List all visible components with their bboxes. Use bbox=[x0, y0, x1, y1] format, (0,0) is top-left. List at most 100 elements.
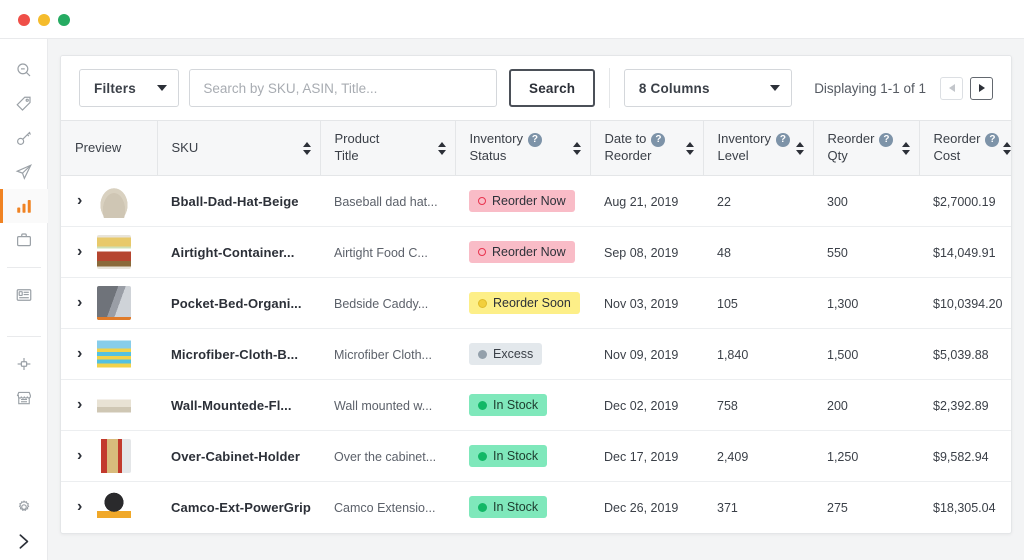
table-row[interactable]: › Wall-Mountede-Fl... Wall mounted w... In … bbox=[61, 379, 1011, 431]
displaying-count: Displaying 1-1 of 1 bbox=[814, 80, 926, 96]
storefront-icon bbox=[15, 389, 33, 407]
sidebar-item-search[interactable] bbox=[0, 53, 48, 87]
help-icon[interactable]: ? bbox=[775, 132, 790, 147]
sidebar-item-marketplace[interactable] bbox=[0, 381, 48, 415]
column-header-text: SKU bbox=[171, 139, 199, 155]
search-button[interactable]: Search bbox=[509, 69, 595, 107]
power-grip-thumbnail bbox=[97, 490, 131, 525]
sidebar-item-tags[interactable] bbox=[0, 87, 48, 121]
sort-toggle[interactable] bbox=[1003, 141, 1011, 155]
sort-toggle[interactable] bbox=[302, 141, 311, 155]
column-header-sku[interactable]: SKU bbox=[157, 120, 321, 176]
sort-descending-icon bbox=[1003, 149, 1011, 155]
cell-date-to-reorder-text: Aug 21, 2019 bbox=[604, 194, 679, 209]
sidebar-expand-toggle[interactable] bbox=[0, 524, 48, 558]
sidebar-rail bbox=[0, 39, 48, 560]
close-window-button[interactable] bbox=[18, 14, 30, 26]
cell-sku: Bball-Dad-Hat-Beige bbox=[157, 175, 320, 227]
table-toolbar: Filters Search 8 Columns Displaying 1-1 … bbox=[61, 56, 1011, 120]
help-icon[interactable]: ? bbox=[879, 132, 894, 147]
maximize-window-button[interactable] bbox=[58, 14, 70, 26]
row-expand-chevron-icon[interactable]: › bbox=[77, 193, 88, 209]
cell-date-to-reorder-text: Nov 03, 2019 bbox=[604, 296, 679, 311]
filters-label: Filters bbox=[94, 80, 136, 96]
column-header-date to-reorder[interactable]: Date to? Reorder bbox=[590, 120, 704, 176]
sidebar-item-inventory[interactable] bbox=[0, 223, 48, 257]
table-row[interactable]: › Camco-Ext-PowerGrip Camco Extensio... In … bbox=[61, 482, 1011, 533]
column-header-label: Preview bbox=[75, 140, 121, 157]
search-input[interactable] bbox=[189, 69, 498, 107]
cell-date-to-reorder-text: Sep 08, 2019 bbox=[604, 245, 679, 260]
status-badge: In Stock bbox=[469, 445, 548, 467]
cell-reorder-cost: $2,392.89 bbox=[919, 379, 1011, 431]
help-icon[interactable]: ? bbox=[527, 132, 542, 147]
table-row[interactable]: › Bball-Dad-Hat-Beige Baseball dad hat... R… bbox=[61, 175, 1011, 227]
chevron-right-icon bbox=[14, 532, 33, 551]
table-head: Preview SKU Product Title Inventory? Status Da… bbox=[61, 120, 1011, 176]
table-row[interactable]: › Over-Cabinet-Holder Over the cabinet... I… bbox=[61, 430, 1011, 482]
column-header-label: Product Title bbox=[335, 131, 380, 164]
cell-inventory-status: In Stock bbox=[455, 430, 590, 482]
cell-inventory-status: Reorder Soon bbox=[455, 277, 590, 329]
sidebar-item-dashboard[interactable] bbox=[0, 278, 48, 312]
cell-reorder-qty-text: 1,250 bbox=[827, 449, 859, 464]
sidebar-item-keywords[interactable] bbox=[0, 121, 48, 155]
sort-toggle[interactable] bbox=[572, 141, 581, 155]
cell-product-title: Wall mounted w... bbox=[320, 379, 455, 431]
sort-toggle[interactable] bbox=[901, 141, 910, 155]
sort-toggle[interactable] bbox=[685, 141, 694, 155]
minimize-window-button[interactable] bbox=[38, 14, 50, 26]
app-window: Filters Search 8 Columns Displaying 1-1 … bbox=[0, 0, 1024, 560]
filters-dropdown[interactable]: Filters bbox=[79, 69, 180, 107]
column-header-reorder-cost[interactable]: Reorder? Cost bbox=[919, 120, 1011, 176]
row-expand-chevron-icon[interactable]: › bbox=[77, 499, 88, 515]
sidebar-item-settings[interactable] bbox=[0, 490, 48, 524]
row-expand-chevron-icon[interactable]: › bbox=[77, 346, 88, 362]
cell-date-to-reorder-text: Nov 09, 2019 bbox=[604, 347, 679, 362]
sort-descending-icon bbox=[685, 149, 694, 155]
next-page-button[interactable] bbox=[970, 76, 993, 100]
cell-inventory-level-text: 371 bbox=[717, 500, 738, 515]
sidebar-item-campaigns[interactable] bbox=[0, 155, 48, 189]
row-expand-chevron-icon[interactable]: › bbox=[77, 448, 88, 464]
table-row[interactable]: › Microfiber-Cloth-B... Microfiber Cloth..… bbox=[61, 328, 1011, 380]
sort-ascending-icon bbox=[1003, 141, 1011, 147]
sidebar-divider-1 bbox=[6, 267, 41, 268]
status-badge-label: In Stock bbox=[493, 398, 539, 412]
columns-dropdown[interactable]: 8 Columns bbox=[623, 69, 793, 107]
table-row[interactable]: › Airtight-Container... Airtight Food C...… bbox=[61, 226, 1011, 278]
sort-descending-icon bbox=[437, 149, 446, 155]
column-header-inventory-level[interactable]: Inventory? Level bbox=[703, 120, 814, 176]
cell-inventory-level-text: 48 bbox=[717, 245, 731, 260]
cell-reorder-qty-text: 1,500 bbox=[827, 347, 859, 362]
cloth-stack-thumbnail bbox=[97, 337, 131, 371]
column-header-text: Inventory bbox=[469, 131, 523, 147]
status-dot-icon bbox=[478, 197, 486, 205]
help-icon[interactable]: ? bbox=[651, 132, 666, 147]
cell-preview: › bbox=[61, 226, 157, 278]
sort-ascending-icon bbox=[685, 141, 694, 147]
sort-toggle[interactable] bbox=[437, 141, 446, 155]
table-header-row: Preview SKU Product Title Inventory? Status Da… bbox=[61, 120, 1011, 176]
column-header-inventory-status[interactable]: Inventory? Status bbox=[455, 120, 591, 176]
sidebar-item-analytics[interactable] bbox=[0, 189, 48, 223]
row-expand-chevron-icon[interactable]: › bbox=[77, 244, 88, 260]
column-header-text: Cost bbox=[933, 148, 961, 163]
table-row[interactable]: › Pocket-Bed-Organi... Bedside Caddy... Reo… bbox=[61, 277, 1011, 329]
help-icon[interactable]: ? bbox=[985, 132, 1000, 147]
sort-toggle[interactable] bbox=[795, 141, 804, 155]
column-header-text: Qty bbox=[827, 148, 848, 163]
cell-inventory-level-text: 22 bbox=[717, 194, 731, 209]
sort-ascending-icon bbox=[572, 141, 581, 147]
previous-page-button[interactable] bbox=[940, 76, 963, 100]
cell-product-title-text: Baseball dad hat... bbox=[334, 194, 438, 209]
row-expand-chevron-icon[interactable]: › bbox=[77, 295, 88, 311]
sort-ascending-icon bbox=[437, 141, 446, 147]
cell-reorder-cost: $18,305.04 bbox=[919, 482, 1011, 533]
column-header-reorder-qty[interactable]: Reorder? Qty bbox=[813, 120, 920, 176]
sidebar-item-integrations[interactable] bbox=[0, 347, 48, 381]
column-header-product-title[interactable]: Product Title bbox=[320, 120, 456, 176]
cell-preview: › bbox=[61, 430, 157, 482]
column-header-text: Reorder bbox=[604, 148, 652, 163]
row-expand-chevron-icon[interactable]: › bbox=[77, 397, 88, 413]
